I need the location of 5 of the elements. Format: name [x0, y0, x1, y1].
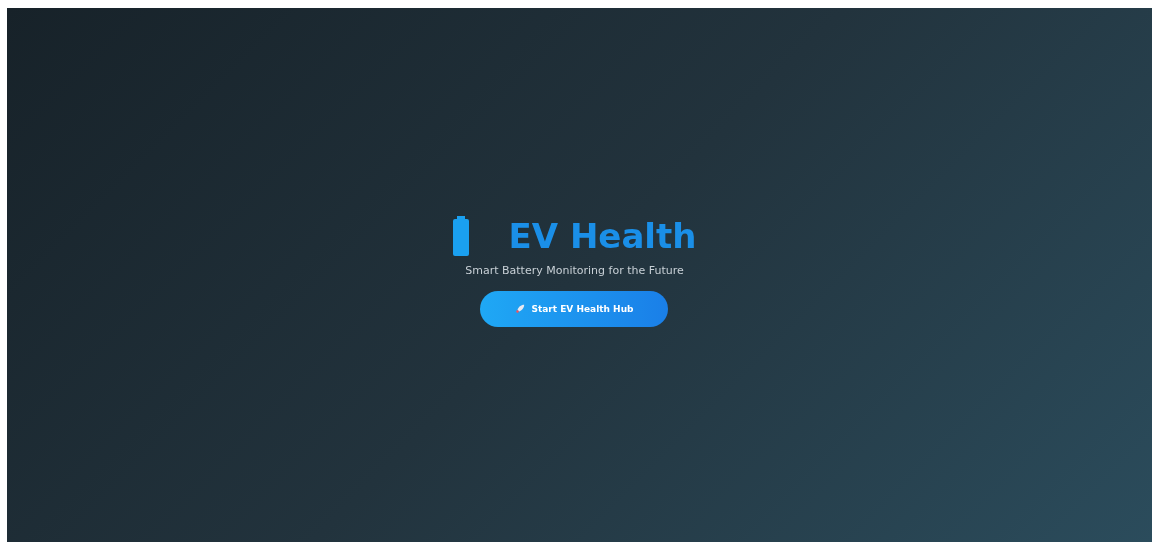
- battery-icon: [452, 215, 469, 256]
- tagline: Smart Battery Monitoring for the Future: [465, 263, 684, 277]
- app-title: EV Health: [508, 215, 697, 256]
- start-button[interactable]: Start EV Health Hub: [480, 290, 669, 327]
- rocket-icon: [515, 303, 526, 314]
